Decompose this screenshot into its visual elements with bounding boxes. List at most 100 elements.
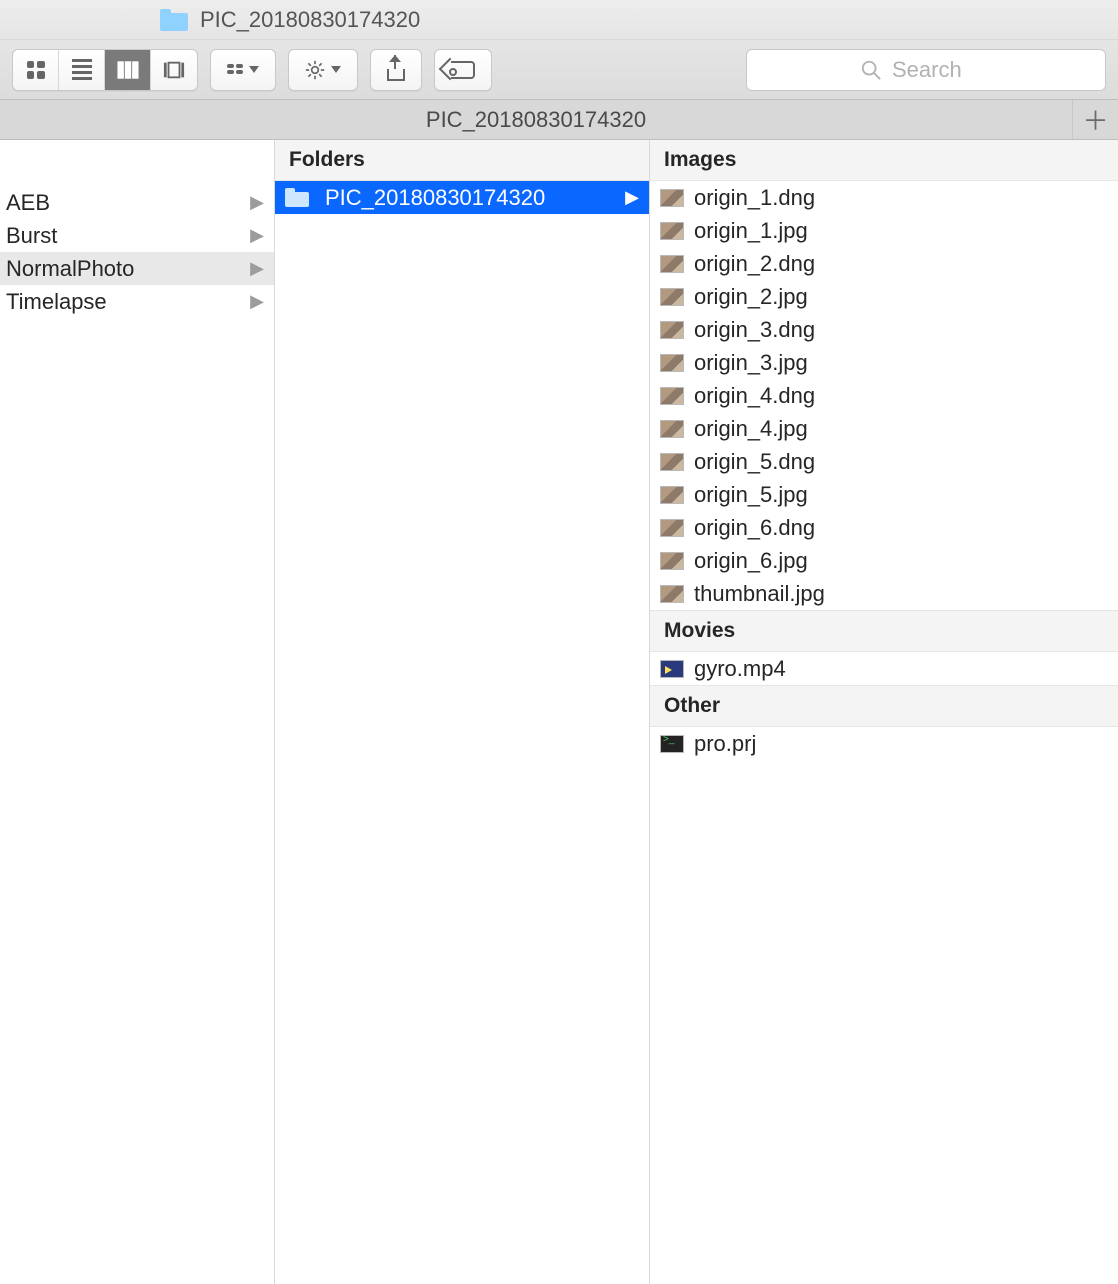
file-name: origin_4.dng xyxy=(694,383,1108,409)
file-thumbnail-icon xyxy=(660,552,684,570)
file-row[interactable]: origin_5.dng xyxy=(650,445,1118,478)
plus-icon: ＋ xyxy=(1082,101,1108,138)
file-row[interactable]: origin_5.jpg xyxy=(650,478,1118,511)
column-2: Folders PIC_20180830174320 ▶ xyxy=(275,140,650,1284)
file-name: origin_1.jpg xyxy=(694,218,1108,244)
column-browser: AEB▶Burst▶NormalPhoto▶Timelapse▶ Folders… xyxy=(0,140,1118,1284)
file-thumbnail-icon xyxy=(660,321,684,339)
section-other: Other pro.prj xyxy=(650,685,1118,760)
file-thumbnail-icon xyxy=(660,519,684,537)
file-row[interactable]: pro.prj xyxy=(650,727,1118,760)
col1-row[interactable]: AEB ▶ xyxy=(0,186,274,219)
column-3: Images origin_1.dng origin_1.jpg origin_2.… xyxy=(650,140,1118,1284)
chevron-right-icon: ▶ xyxy=(250,258,264,279)
grid-icon xyxy=(27,61,45,79)
gallery-icon xyxy=(163,59,185,81)
chevron-down-icon xyxy=(331,66,341,73)
section-header-images: Images xyxy=(650,140,1118,181)
other-list: pro.prj xyxy=(650,727,1118,760)
file-row[interactable]: gyro.mp4 xyxy=(650,652,1118,685)
file-name: origin_5.dng xyxy=(694,449,1108,475)
groupby-icon xyxy=(227,64,243,76)
file-thumbnail-icon xyxy=(660,486,684,504)
action-dropdown[interactable] xyxy=(288,49,358,91)
list-icon xyxy=(72,59,92,80)
toolbar xyxy=(0,40,1118,100)
file-thumbnail-icon xyxy=(660,735,684,753)
gear-icon xyxy=(305,60,325,80)
col1-row[interactable]: Timelapse ▶ xyxy=(0,285,274,318)
file-thumbnail-icon xyxy=(660,222,684,240)
folder-icon xyxy=(285,188,311,208)
file-name: origin_3.dng xyxy=(694,317,1108,343)
file-name: origin_5.jpg xyxy=(694,482,1108,508)
view-icons-button[interactable] xyxy=(13,50,59,90)
file-row[interactable]: origin_4.jpg xyxy=(650,412,1118,445)
chevron-right-icon: ▶ xyxy=(250,291,264,312)
file-thumbnail-icon xyxy=(660,189,684,207)
file-row[interactable]: origin_2.jpg xyxy=(650,280,1118,313)
folder-icon xyxy=(160,9,190,31)
view-list-button[interactable] xyxy=(59,50,105,90)
section-header-other: Other xyxy=(650,686,1118,727)
file-name: gyro.mp4 xyxy=(694,656,1108,682)
file-name: origin_2.dng xyxy=(694,251,1108,277)
search-field[interactable] xyxy=(746,49,1106,91)
search-input[interactable] xyxy=(892,57,992,83)
search-icon xyxy=(860,59,882,81)
file-row[interactable]: origin_6.dng xyxy=(650,511,1118,544)
file-name: origin_3.jpg xyxy=(694,350,1108,376)
file-thumbnail-icon xyxy=(660,660,684,678)
view-gallery-button[interactable] xyxy=(151,50,197,90)
col1-row[interactable]: Burst ▶ xyxy=(0,219,274,252)
section-movies: Movies gyro.mp4 xyxy=(650,610,1118,685)
col2-row[interactable]: PIC_20180830174320 ▶ xyxy=(275,181,649,214)
chevron-right-icon: ▶ xyxy=(250,192,264,213)
file-thumbnail-icon xyxy=(660,255,684,273)
titlebar: PIC_20180830174320 xyxy=(0,0,1118,40)
col1-row[interactable]: NormalPhoto▶ xyxy=(0,252,274,285)
file-row[interactable]: origin_2.dng xyxy=(650,247,1118,280)
col3-body: Images origin_1.dng origin_1.jpg origin_2.… xyxy=(650,140,1118,760)
movies-list: gyro.mp4 xyxy=(650,652,1118,685)
file-name: pro.prj xyxy=(694,731,1108,757)
folder-label: AEB xyxy=(6,190,240,216)
file-row[interactable]: origin_4.dng xyxy=(650,379,1118,412)
share-button[interactable] xyxy=(370,49,422,91)
chevron-right-icon: ▶ xyxy=(250,225,264,246)
file-thumbnail-icon xyxy=(660,453,684,471)
share-icon xyxy=(387,69,405,81)
column-1: AEB▶Burst▶NormalPhoto▶Timelapse▶ xyxy=(0,140,275,1284)
view-mode-segment xyxy=(12,49,198,91)
columns-icon xyxy=(117,59,139,81)
file-thumbnail-icon xyxy=(660,420,684,438)
col2-header: Folders xyxy=(275,140,649,181)
tags-button[interactable] xyxy=(434,49,492,91)
file-row[interactable]: origin_1.jpg xyxy=(650,214,1118,247)
file-row[interactable]: thumbnail.jpg xyxy=(650,577,1118,610)
file-row[interactable]: origin_3.dng xyxy=(650,313,1118,346)
file-thumbnail-icon xyxy=(660,288,684,306)
file-row[interactable]: origin_3.jpg xyxy=(650,346,1118,379)
file-row[interactable]: origin_6.jpg xyxy=(650,544,1118,577)
folder-label: Burst xyxy=(6,223,240,249)
tag-icon xyxy=(451,61,475,79)
file-name: origin_1.dng xyxy=(694,185,1108,211)
file-name: origin_4.jpg xyxy=(694,416,1108,442)
tabbar: PIC_20180830174320 ＋ xyxy=(0,100,1118,140)
view-columns-button[interactable] xyxy=(105,50,151,90)
col1-list: AEB▶Burst▶NormalPhoto▶Timelapse▶ xyxy=(0,186,274,318)
folder-label: Timelapse xyxy=(6,289,240,315)
file-thumbnail-icon xyxy=(660,387,684,405)
folder-label: PIC_20180830174320 xyxy=(325,185,615,211)
col2-list: PIC_20180830174320 ▶ xyxy=(275,181,649,214)
section-header-movies: Movies xyxy=(650,611,1118,652)
file-name: origin_2.jpg xyxy=(694,284,1108,310)
new-tab-button[interactable]: ＋ xyxy=(1072,100,1118,139)
images-list: origin_1.dng origin_1.jpg origin_2.dngorig… xyxy=(650,181,1118,610)
tab[interactable]: PIC_20180830174320 xyxy=(0,100,1072,139)
file-row[interactable]: origin_1.dng xyxy=(650,181,1118,214)
chevron-down-icon xyxy=(249,66,259,73)
groupby-dropdown[interactable] xyxy=(210,49,276,91)
chevron-right-icon: ▶ xyxy=(625,187,639,208)
